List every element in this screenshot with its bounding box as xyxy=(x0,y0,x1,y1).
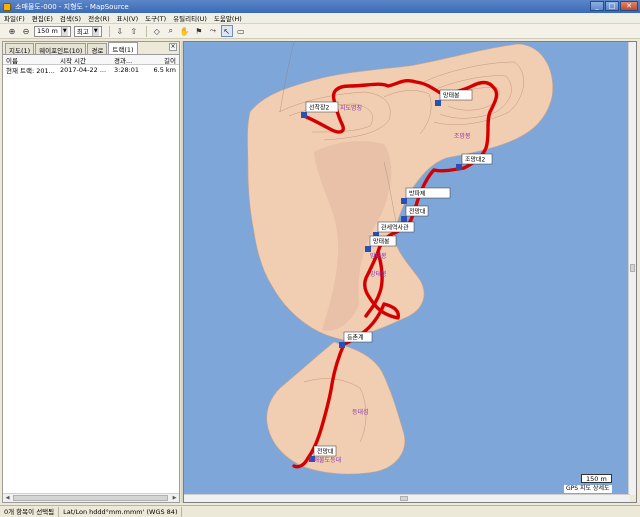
waypoint-flag-icon xyxy=(401,216,407,222)
route-tool-icon[interactable]: ⤳ xyxy=(207,25,219,37)
coordinate-format: Lat/Lon hddd°mm.mmm' (WGS 84) xyxy=(59,506,183,517)
column-header-elapsed[interactable]: 경과... xyxy=(111,55,147,65)
svg-text:전망대: 전망대 xyxy=(409,208,426,216)
send-to-device-icon[interactable]: ⇧ xyxy=(128,25,140,37)
panel-horizontal-scrollbar[interactable]: ◀ ▶ xyxy=(3,493,179,502)
chevron-right-icon[interactable]: ▶ xyxy=(170,494,179,502)
map-vertical-scrollbar[interactable] xyxy=(628,42,636,495)
selection-status: 0개 항목이 선택됨 xyxy=(0,506,60,517)
window-title: 소매물도-000 - 지형도 - MapSource xyxy=(15,2,129,11)
track-start: 2017-04-22 ... xyxy=(60,66,107,74)
zoom-tool-icon[interactable]: ⌕ xyxy=(165,25,177,37)
chevron-down-icon: ▼ xyxy=(91,26,99,36)
menu-bar: 파일(F) 편집(E) 검색(S) 전송(R) 표시(V) 도구(T) 유틸리티… xyxy=(0,13,640,24)
column-header-start[interactable]: 시작 시간 xyxy=(57,55,111,65)
chevron-down-icon: ▼ xyxy=(60,26,68,36)
place-label: 망태봉 xyxy=(370,270,387,278)
svg-text:조망대2: 조망대2 xyxy=(465,156,486,164)
place-label: 망태봉 xyxy=(370,252,387,260)
track-elapsed: 3:28:01 xyxy=(114,66,140,74)
app-icon xyxy=(3,2,11,11)
menu-help[interactable]: 도움말(H) xyxy=(214,13,242,23)
map-tool-icon[interactable]: ◇ xyxy=(151,25,163,37)
left-panel: 지도(1) 웨이포인트(10) 경로 트랙(1) × 이름 시작 시간 경과..… xyxy=(2,41,180,503)
tab-tracks[interactable]: 트랙(1) xyxy=(108,42,138,54)
menu-utilities[interactable]: 유틸리티(U) xyxy=(173,13,207,23)
svg-text:전망대: 전망대 xyxy=(317,448,334,456)
table-row[interactable]: 현재 트랙: 201... 2017-04-22 ... 3:28:01 6.5… xyxy=(3,65,179,75)
track-list-header: 이름 시작 시간 경과... 길이 xyxy=(3,55,179,65)
tab-waypoints[interactable]: 웨이포인트(10) xyxy=(35,43,87,55)
waypoint-flag-icon xyxy=(365,246,371,252)
column-header-length[interactable]: 길이 xyxy=(147,55,179,65)
menu-edit[interactable]: 편집(E) xyxy=(32,13,53,23)
measure-tool-icon[interactable]: ▭ xyxy=(235,25,247,37)
menu-transfer[interactable]: 전송(R) xyxy=(88,13,110,23)
map-view[interactable]: 선착장2 망태봉 조망대2 방파제 전망대 관세역사관 망태봉 등촌계 전망대 … xyxy=(183,41,637,503)
place-label: 소매물도등대 xyxy=(308,456,341,464)
status-bar: 0개 항목이 선택됨 Lat/Lon hddd°mm.mmm' (WGS 84) xyxy=(0,505,640,517)
menu-file[interactable]: 파일(F) xyxy=(4,13,25,23)
minimize-button[interactable]: _ xyxy=(590,1,604,11)
svg-text:관세역사관: 관세역사관 xyxy=(381,224,409,232)
waypoint-flag-icon xyxy=(301,112,307,118)
place-label: 지도명칭 xyxy=(340,104,362,112)
track-length: 6.5 km xyxy=(153,66,177,74)
detail-value: 최고 xyxy=(76,28,89,36)
zoom-in-icon[interactable]: ⊕ xyxy=(6,25,18,37)
zoom-out-icon[interactable]: ⊖ xyxy=(20,25,32,37)
svg-text:등촌계: 등촌계 xyxy=(347,334,364,342)
menu-view[interactable]: 표시(V) xyxy=(117,13,138,23)
receive-from-device-icon[interactable]: ⇩ xyxy=(114,25,126,37)
waypoint-flag-icon xyxy=(401,198,407,204)
tab-routes[interactable]: 경로 xyxy=(87,43,108,55)
map-horizontal-scrollbar[interactable] xyxy=(184,494,630,502)
waypoint-flag-icon xyxy=(435,100,441,106)
tab-maps[interactable]: 지도(1) xyxy=(5,43,35,55)
close-button[interactable]: ✕ xyxy=(620,1,638,11)
scale-select[interactable]: 150 m ▼ xyxy=(34,25,71,37)
map-canvas[interactable]: 선착장2 망태봉 조망대2 방파제 전망대 관세역사관 망태봉 등촌계 전망대 … xyxy=(184,42,630,495)
chevron-left-icon[interactable]: ◀ xyxy=(3,494,12,502)
waypoint-flag-icon xyxy=(339,342,345,348)
track-name: 현재 트랙: 201... xyxy=(6,67,55,75)
title-bar: 소매물도-000 - 지형도 - MapSource _ □ ✕ xyxy=(0,0,640,13)
panel-close-icon[interactable]: × xyxy=(169,43,177,51)
scale-value: 150 m xyxy=(37,27,58,35)
svg-text:망태봉: 망태봉 xyxy=(443,92,460,100)
gps-detail-label: GPS 지도 상세도 xyxy=(564,485,612,493)
menu-search[interactable]: 검색(S) xyxy=(60,13,81,23)
toolbar: ⊕ ⊖ 150 m ▼ 최고 ▼ ⇩ ⇧ ◇ ⌕ ✋ ⚑ ⤳ ↖ ▭ xyxy=(0,24,640,39)
svg-text:선착장2: 선착장2 xyxy=(309,104,330,112)
menu-tools[interactable]: 도구(T) xyxy=(145,13,166,23)
pan-hand-icon[interactable]: ✋ xyxy=(179,25,191,37)
panel-tabs: 지도(1) 웨이포인트(10) 경로 트랙(1) xyxy=(3,42,179,55)
select-arrow-icon[interactable]: ↖ xyxy=(220,25,233,37)
maximize-button[interactable]: □ xyxy=(605,1,619,11)
svg-text:방파제: 방파제 xyxy=(409,190,426,198)
column-header-name[interactable]: 이름 xyxy=(3,55,57,65)
detail-select[interactable]: 최고 ▼ xyxy=(73,25,102,37)
scale-bar: 150 m xyxy=(581,474,612,483)
waypoint-flag-icon xyxy=(456,164,462,170)
svg-text:망태봉: 망태봉 xyxy=(373,238,390,246)
place-label: 등대섬 xyxy=(352,408,369,416)
place-label: 조망봉 xyxy=(454,132,471,140)
waypoint-flag-icon[interactable]: ⚑ xyxy=(193,25,205,37)
